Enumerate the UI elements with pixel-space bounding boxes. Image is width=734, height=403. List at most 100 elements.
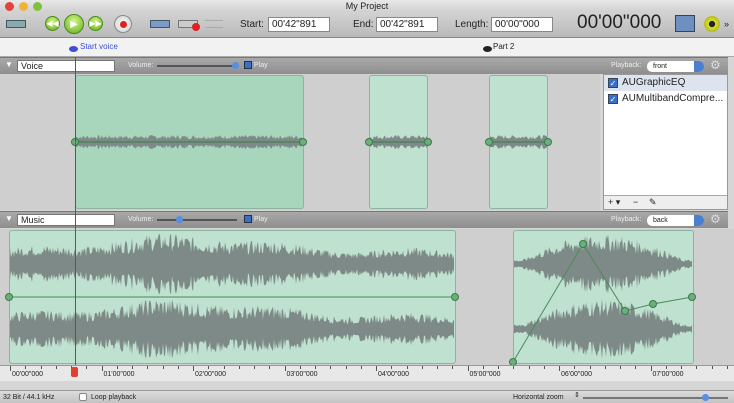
ruler-tick: [345, 366, 347, 369]
add-effect-button[interactable]: + ▾: [608, 197, 620, 208]
remove-track-icon[interactable]: [178, 20, 200, 31]
toolbar-overflow-icon[interactable]: »: [724, 19, 729, 29]
ruler-tick: [284, 366, 286, 371]
ruler-tick: [574, 366, 576, 369]
volume-slider[interactable]: [157, 62, 239, 69]
marker-part-2[interactable]: Part 2: [493, 42, 514, 51]
envelope-point[interactable]: [579, 240, 587, 248]
rewind-button[interactable]: ◀◀: [45, 16, 60, 31]
remove-effect-button[interactable]: −: [633, 197, 638, 207]
ruler-tick: [620, 366, 621, 369]
playback-label: Playback:: [611, 62, 642, 69]
waveform-shape: [514, 299, 692, 359]
tracks-icon[interactable]: [6, 20, 26, 28]
ruler-label: 02'00"000: [195, 371, 227, 378]
ruler-tick: [650, 366, 652, 371]
ruler-tick: [177, 366, 179, 369]
ruler-label: 07'00"000: [652, 371, 684, 378]
ruler-tick: [55, 366, 57, 369]
playhead[interactable]: [75, 57, 76, 367]
current-time-display: 00'00"000: [577, 12, 662, 33]
envelope-point[interactable]: [649, 300, 657, 308]
effect-checkbox[interactable]: ✓: [608, 94, 618, 104]
ruler-tick: [254, 366, 255, 369]
fast-forward-button[interactable]: ▶▶: [88, 16, 103, 31]
ruler-tick: [543, 366, 545, 369]
voice-track-header: ▼ Voice Volume: Play Playback: front ⚙: [0, 57, 728, 74]
envelope-point[interactable]: [544, 138, 552, 146]
ruler-tick: [299, 366, 301, 369]
ruler-label: 00'00"000: [12, 371, 44, 378]
record-button[interactable]: [114, 15, 132, 33]
ruler-tick: [681, 366, 682, 369]
crossfade-icon[interactable]: [205, 20, 223, 28]
export-icon[interactable]: [675, 15, 695, 32]
ruler-tick: [467, 366, 469, 371]
envelope-point[interactable]: [688, 293, 696, 301]
effect-item[interactable]: ✓ AUGraphicEQ: [604, 75, 727, 91]
envelope-point[interactable]: [621, 307, 629, 315]
play-button[interactable]: ▶: [64, 14, 84, 34]
waveform-shape: [10, 233, 454, 295]
waveform-shape: [10, 299, 454, 359]
start-field[interactable]: 00'42"891: [268, 17, 330, 32]
volume-slider[interactable]: [157, 216, 237, 223]
ruler-tick: [162, 366, 164, 369]
loop-label: Loop playback: [91, 394, 137, 401]
play-checkbox[interactable]: [244, 215, 252, 223]
end-field[interactable]: 00'42"891: [376, 17, 438, 32]
music-track-header: ▼ Music Volume: Play Playback: back ⚙: [0, 211, 728, 228]
envelope-point[interactable]: [5, 293, 13, 301]
track-name-field[interactable]: Voice: [17, 60, 115, 72]
loop-checkbox[interactable]: [79, 393, 87, 401]
playhead-handle[interactable]: [71, 367, 78, 377]
track-name-field[interactable]: Music: [17, 214, 115, 226]
playback-select[interactable]: front: [647, 61, 704, 72]
volume-label: Volume:: [128, 216, 154, 223]
disclosure-triangle-icon[interactable]: ▼: [5, 60, 13, 69]
ruler-tick: [269, 366, 271, 369]
volume-label: Volume:: [128, 62, 154, 69]
ruler-tick: [711, 366, 713, 369]
ruler-tick: [696, 366, 698, 369]
playback-select[interactable]: back: [647, 215, 704, 226]
ruler-label: 04'00"000: [378, 371, 410, 378]
gear-icon[interactable]: ⚙: [710, 212, 721, 226]
envelope-point[interactable]: [451, 293, 459, 301]
envelope-point[interactable]: [485, 138, 493, 146]
envelope-point[interactable]: [299, 138, 307, 146]
ruler-label: 06'00"000: [561, 371, 593, 378]
length-field[interactable]: 00'00"000: [491, 17, 553, 32]
voice-lane: [0, 74, 600, 210]
title-bar: My Project: [0, 0, 734, 12]
zoom-slider[interactable]: [583, 394, 728, 401]
zoom-stepper[interactable]: ⇕: [574, 391, 580, 399]
ruler-tick: [513, 366, 515, 369]
ruler-tick: [360, 366, 362, 369]
ruler-tick: [132, 366, 133, 369]
play-checkbox[interactable]: [244, 61, 252, 69]
gear-icon[interactable]: ⚙: [710, 58, 721, 72]
ruler-tick: [391, 366, 393, 369]
ruler-tick: [376, 366, 377, 371]
timeline-ruler[interactable]: 00'00"000 01'00"000 02'00"000 03'00"000 04'0…: [0, 365, 734, 381]
status-bar: 32 Bit / 44.1 kHz Loop playback Horizont…: [0, 390, 734, 403]
edit-effect-button[interactable]: ✎: [649, 197, 657, 208]
add-track-icon[interactable]: [150, 20, 170, 28]
ruler-tick: [528, 366, 530, 369]
disclosure-triangle-icon[interactable]: ▼: [5, 214, 13, 223]
ruler-tick: [330, 366, 332, 369]
ruler-tick: [406, 366, 408, 369]
burn-icon[interactable]: [704, 16, 720, 32]
ruler-tick: [604, 366, 606, 369]
marker-start-voice[interactable]: Start voice: [80, 42, 118, 51]
ruler-tick: [635, 366, 637, 369]
ruler-tick: [452, 366, 454, 369]
marker-icon[interactable]: [69, 46, 78, 52]
effect-checkbox[interactable]: ✓: [608, 78, 618, 88]
marker-icon[interactable]: [483, 46, 492, 52]
envelope-point[interactable]: [424, 138, 432, 146]
effect-item[interactable]: ✓ AUMultibandCompre...: [604, 91, 727, 107]
envelope-point[interactable]: [365, 138, 373, 146]
start-label: Start:: [240, 19, 264, 30]
